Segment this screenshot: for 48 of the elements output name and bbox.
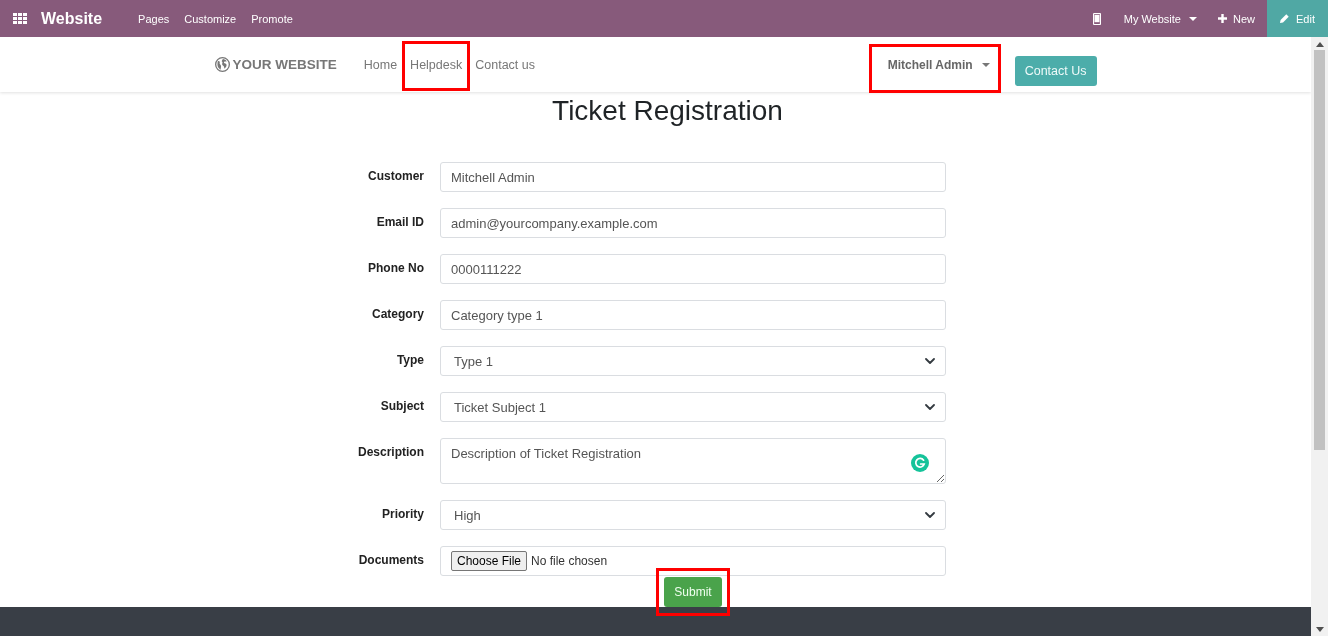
file-field[interactable]: Choose File No file chosen <box>440 546 946 576</box>
chevron-down-icon <box>925 358 935 364</box>
submit-button[interactable]: Submit <box>664 577 722 607</box>
field-label: Priority <box>381 506 424 523</box>
nav-link[interactable]: Home <box>363 56 398 73</box>
scrollbar-thumb[interactable] <box>1314 50 1325 450</box>
globe-icon <box>214 56 230 72</box>
choose-file-button[interactable]: Choose File <box>451 551 528 571</box>
field-label: Phone No <box>367 260 424 277</box>
website-switcher[interactable]: My Website <box>1123 12 1197 25</box>
field-label: Type <box>395 352 424 369</box>
file-status-text: No file chosen <box>531 554 608 568</box>
dropdown-field[interactable]: Type 1 <box>440 346 946 376</box>
field-label: Subject <box>379 398 424 415</box>
new-button[interactable]: New <box>1218 12 1255 25</box>
scroll-down-icon[interactable] <box>1315 627 1324 632</box>
user-menu[interactable]: Mitchell Admin <box>887 56 990 73</box>
plus-icon <box>1218 14 1227 23</box>
text-field[interactable]: 0000111222 <box>440 254 946 284</box>
nav-link[interactable]: Contact us <box>475 56 535 73</box>
edit-button[interactable]: Edit <box>1267 0 1328 37</box>
page-title: Ticket Registration <box>551 94 784 128</box>
scroll-up-icon[interactable] <box>1315 42 1324 47</box>
field-label: Description <box>357 444 424 461</box>
mobile-preview-icon[interactable] <box>1092 12 1101 25</box>
site-logo[interactable]: YOUR WEBSITE <box>214 56 337 72</box>
field-label: Documents <box>357 552 424 569</box>
top-menu-item[interactable]: Pages <box>138 12 170 25</box>
pencil-icon <box>1280 14 1289 23</box>
text-field[interactable]: Category type 1 <box>440 300 946 330</box>
app-title: Website <box>41 9 103 28</box>
caret-icon <box>1189 16 1197 21</box>
dropdown-field[interactable]: High <box>440 500 946 530</box>
apps-grid-icon[interactable] <box>13 13 27 24</box>
field-label: Email ID <box>375 214 424 231</box>
dropdown-field[interactable]: Ticket Subject 1 <box>440 392 946 422</box>
field-label: Customer <box>367 168 424 185</box>
chevron-down-icon <box>925 404 935 410</box>
nav-link[interactable]: Helpdesk <box>410 56 463 73</box>
text-area[interactable]: Description of Ticket Registration <box>440 438 946 484</box>
field-label: Category <box>371 306 424 323</box>
caret-icon <box>981 62 990 67</box>
chevron-down-icon <box>925 512 935 518</box>
text-field[interactable]: Mitchell Admin <box>440 162 946 192</box>
text-field[interactable]: admin@yourcompany.example.com <box>440 208 946 238</box>
top-menu-item[interactable]: Customize <box>184 12 237 25</box>
scrollbar-track[interactable] <box>1311 37 1328 636</box>
top-menu-item[interactable]: Promote <box>251 12 293 25</box>
